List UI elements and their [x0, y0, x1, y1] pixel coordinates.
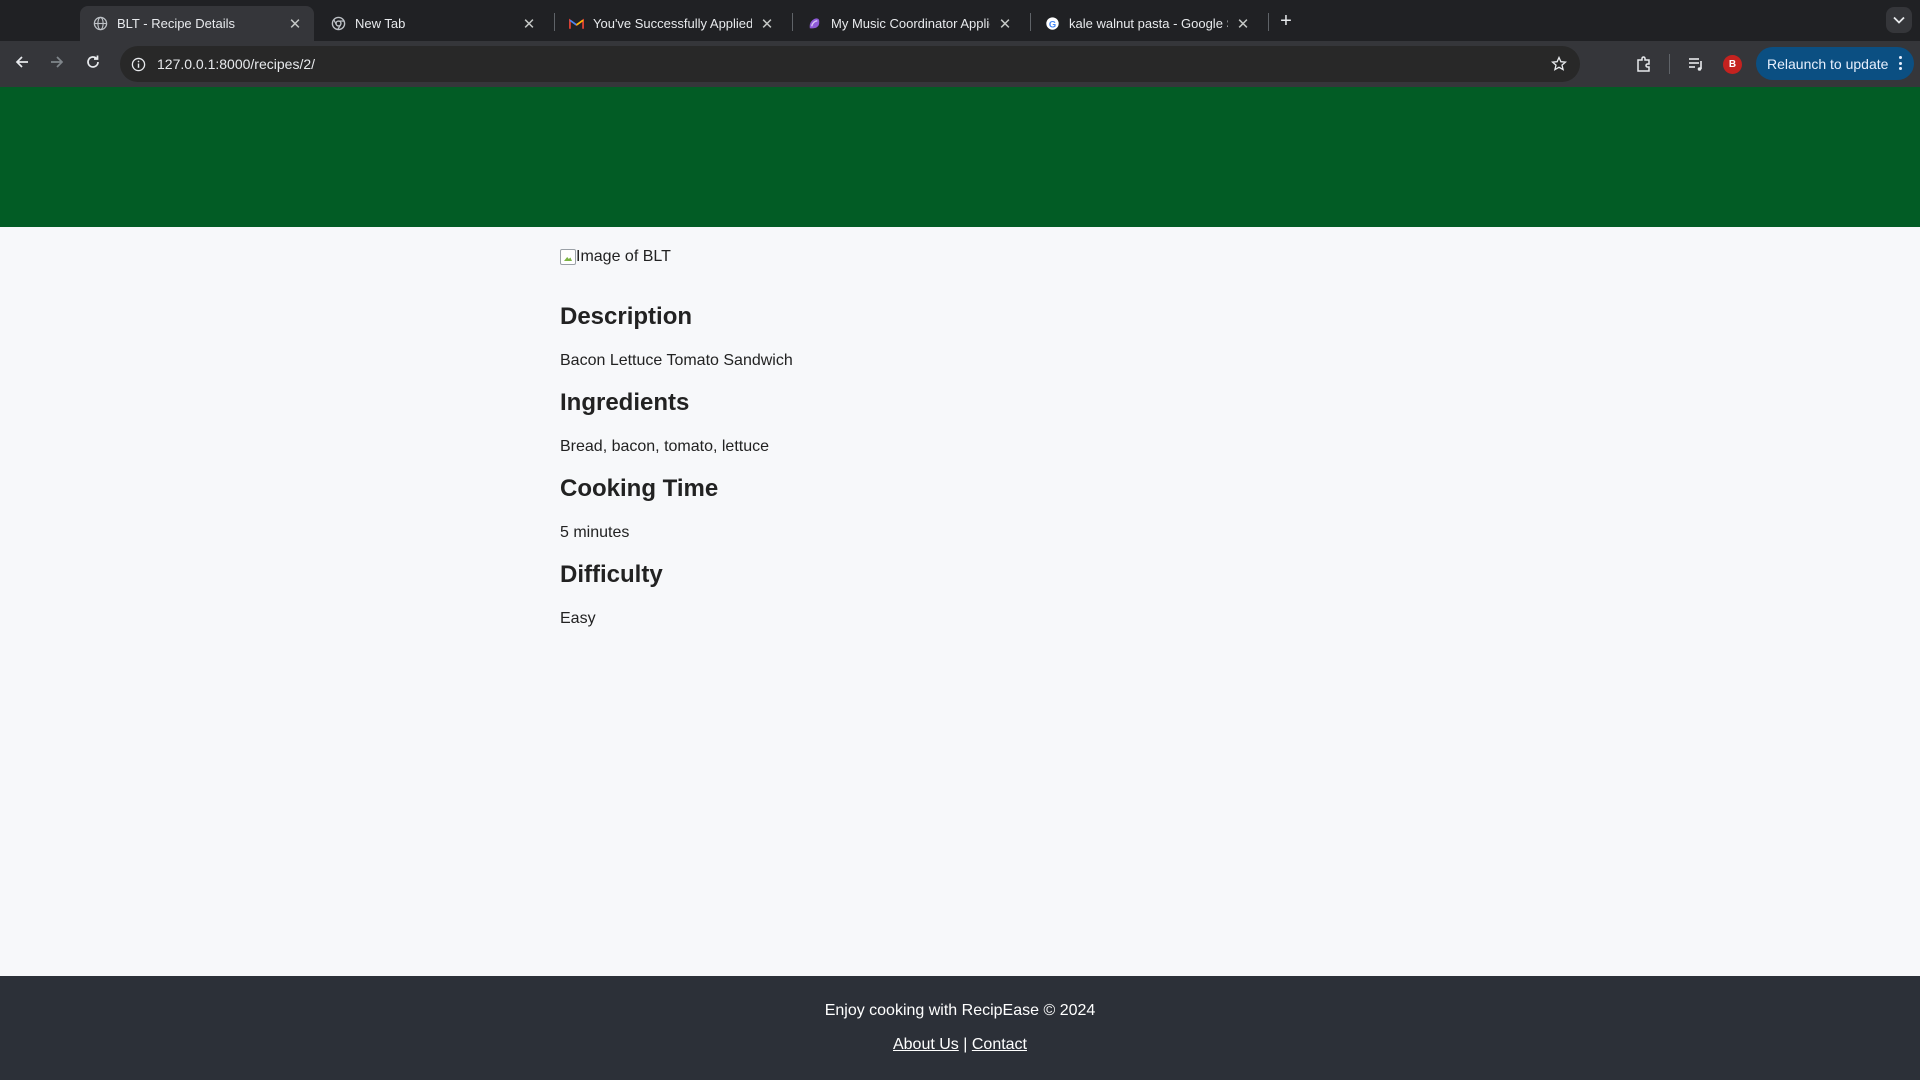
arrow-left-icon [14, 54, 30, 75]
toolbar-divider [1669, 54, 1670, 74]
tab-title: My Music Coordinator Applic [831, 16, 990, 31]
close-tab-icon[interactable]: ✕ [758, 15, 776, 33]
contact-link[interactable]: Contact [972, 1036, 1027, 1053]
tab-strip: BLT - Recipe Details ✕ New Tab ✕ You've … [0, 0, 1920, 41]
tab-title: New Tab [355, 16, 406, 31]
cooking-time-text: 5 minutes [560, 524, 630, 541]
recipe-image-alt: Image of BLT [576, 248, 671, 265]
tab-google-search[interactable]: G kale walnut pasta - Google Se ✕ [1032, 6, 1262, 41]
tab-divider [792, 13, 793, 31]
ingredients-heading: Ingredients [560, 389, 690, 416]
footer-links: About Us | Contact [0, 1036, 1920, 1054]
bookmark-star-icon[interactable] [1550, 55, 1568, 73]
media-queue-icon[interactable] [1685, 53, 1707, 75]
gmail-icon [568, 16, 584, 32]
tab-title: kale walnut pasta - Google Se [1069, 16, 1228, 31]
tab-music-coordinator[interactable]: My Music Coordinator Applic ✕ [794, 6, 1024, 41]
footer-separator: | [963, 1036, 968, 1053]
relaunch-label: Relaunch to update [1767, 55, 1889, 72]
close-tab-icon[interactable]: ✕ [520, 15, 538, 33]
tab-blt-recipe-details[interactable]: BLT - Recipe Details ✕ [80, 6, 314, 41]
address-bar[interactable]: 127.0.0.1:8000/recipes/2/ [120, 46, 1580, 82]
cooking-time-heading: Cooking Time [560, 475, 719, 502]
url-text: 127.0.0.1:8000/recipes/2/ [157, 56, 316, 72]
reload-button[interactable] [79, 50, 107, 78]
site-info-icon[interactable] [129, 55, 147, 73]
extensions-icon[interactable] [1633, 53, 1655, 75]
close-tab-icon[interactable]: ✕ [996, 15, 1014, 33]
google-icon: G [1044, 16, 1060, 32]
new-tab-button[interactable]: + [1274, 9, 1298, 33]
close-tab-icon[interactable]: ✕ [1234, 15, 1252, 33]
site-footer: Enjoy cooking with RecipEase © 2024 Abou… [0, 976, 1920, 1080]
back-button[interactable] [8, 50, 36, 78]
profile-avatar[interactable]: B [1723, 55, 1742, 74]
broken-image-icon [560, 249, 576, 265]
footer-copyright: Enjoy cooking with RecipEase © 2024 [824, 1002, 1096, 1019]
site-header [0, 87, 1920, 227]
difficulty-text: Easy [560, 610, 596, 627]
description-text: Bacon Lettuce Tomato Sandwich [560, 352, 793, 369]
tab-gmail[interactable]: You've Successfully Applied t ✕ [556, 6, 786, 41]
forward-button[interactable] [43, 50, 71, 78]
globe-icon [92, 16, 108, 32]
about-us-link[interactable]: About Us [893, 1036, 959, 1053]
arrow-right-icon [49, 54, 65, 75]
description-heading: Description [560, 303, 693, 330]
reload-icon [85, 54, 101, 75]
tab-title: BLT - Recipe Details [117, 16, 236, 31]
tab-divider [1268, 13, 1269, 31]
tab-search-button[interactable] [1886, 7, 1912, 33]
ingredients-text: Bread, bacon, tomato, lettuce [560, 438, 770, 455]
tab-title: You've Successfully Applied t [593, 16, 752, 31]
app-icon [806, 16, 822, 32]
tab-divider [554, 13, 555, 31]
svg-text:G: G [1048, 19, 1055, 29]
chevron-down-icon [1893, 11, 1905, 29]
difficulty-heading: Difficulty [560, 561, 663, 588]
browser-toolbar: 127.0.0.1:8000/recipes/2/ B Relaunch to … [0, 41, 1920, 87]
recipe-image: Image of BLT [560, 248, 671, 266]
more-vert-icon [1898, 56, 1902, 70]
tab-divider [1030, 13, 1031, 31]
chrome-icon [330, 16, 346, 32]
relaunch-update-button[interactable]: Relaunch to update [1756, 47, 1914, 80]
tab-new-tab[interactable]: New Tab ✕ [318, 6, 548, 41]
close-tab-icon[interactable]: ✕ [286, 15, 304, 33]
